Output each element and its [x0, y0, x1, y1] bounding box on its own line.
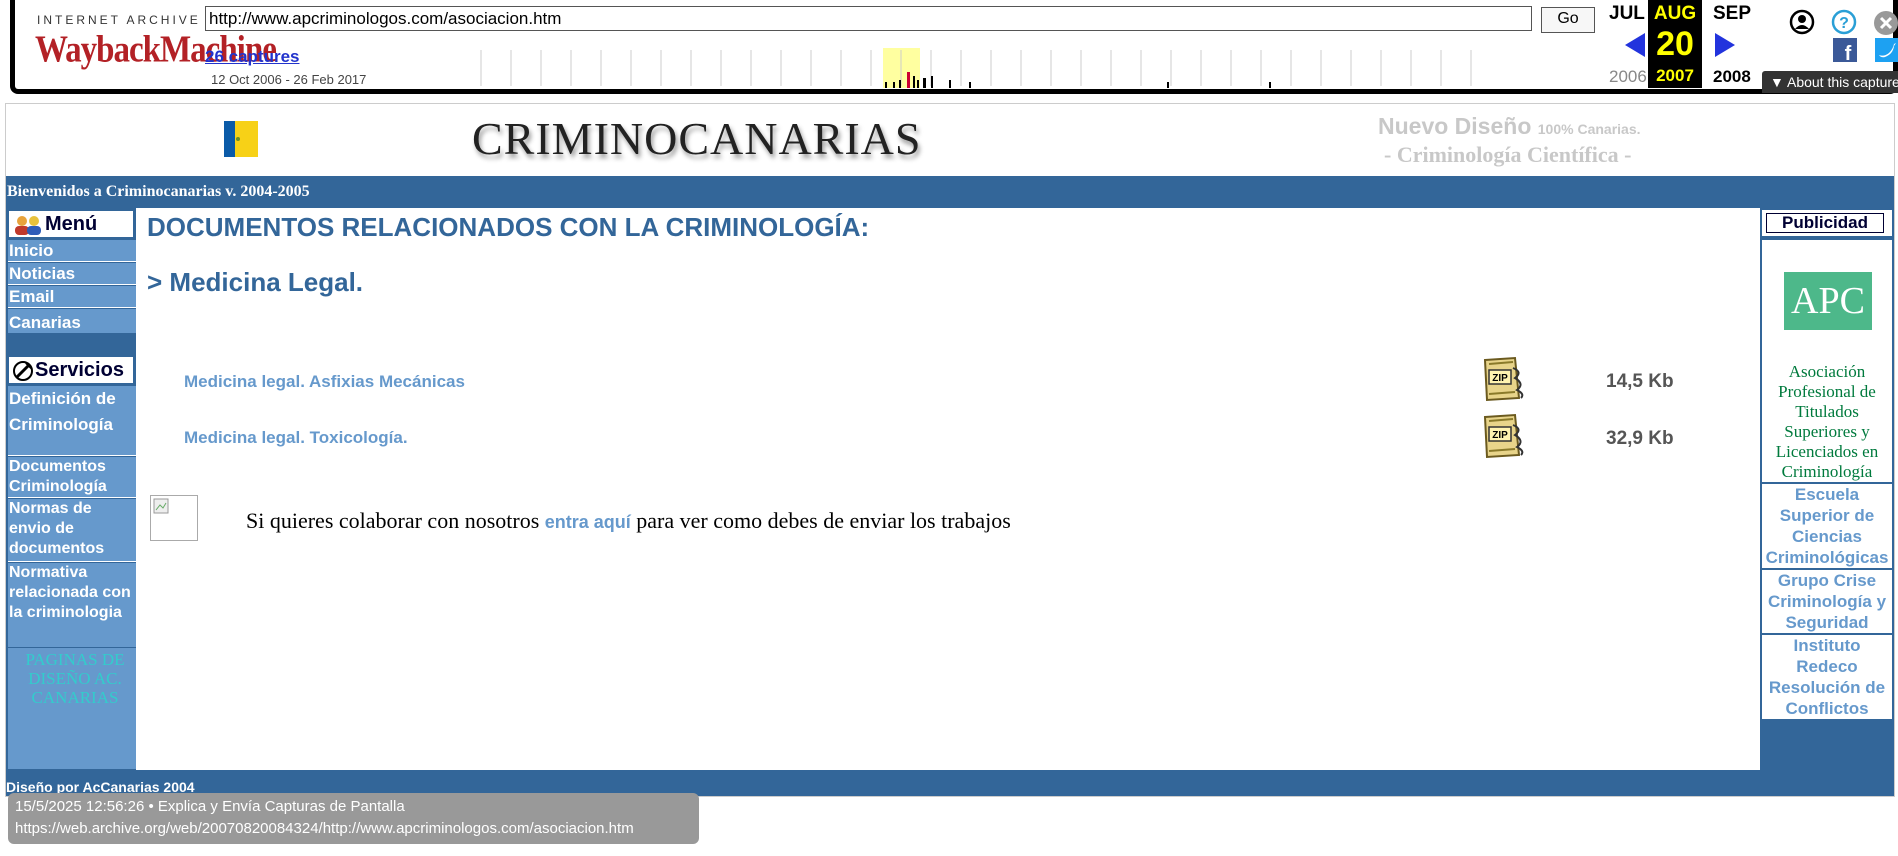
- ad-grupo-crise[interactable]: Grupo Crise Criminología y Seguridad: [1762, 570, 1892, 633]
- canary-islands-flag-icon: [224, 121, 258, 157]
- collaborate-text-before: Si quieres colaborar con nosotros: [246, 508, 540, 533]
- svg-text:?: ?: [1839, 15, 1849, 32]
- wayback-go-button[interactable]: Go: [1541, 7, 1595, 33]
- capture-info-overlay: 15/5/2025 12:56:26 • Explica y Envía Cap…: [8, 793, 699, 844]
- menu-header: Menú: [8, 210, 134, 238]
- welcome-bar: Bienvenidos a Criminocanarias v. 2004-20…: [6, 176, 1894, 208]
- services-title: Servicios: [35, 359, 124, 381]
- capture-url: https://web.archive.org/web/200708200843…: [15, 820, 634, 837]
- collaborate-text-after: para ver como debes de enviar los trabaj…: [636, 508, 1011, 533]
- wayback-url-input[interactable]: http://www.apcriminologos.com/asociacion…: [205, 6, 1532, 31]
- collaborate-link[interactable]: entra aquí: [545, 512, 631, 532]
- nav-item-inicio[interactable]: Inicio: [8, 240, 136, 262]
- current-month-label: AUG: [1653, 3, 1697, 24]
- twitter-icon[interactable]: [1875, 38, 1898, 62]
- capture-sparkline[interactable]: [471, 46, 1571, 90]
- document-size: 32,9 Kb: [1606, 428, 1674, 449]
- document-link-toxicologia[interactable]: Medicina legal. Toxicología.: [184, 428, 408, 448]
- next-month-label: SEP: [1713, 3, 1752, 24]
- ad-instituto-redeco[interactable]: Instituto Redeco Resolución de Conflicto…: [1762, 635, 1892, 719]
- users-icon: [15, 216, 41, 235]
- wayback-logo-caption: INTERNET ARCHIVE: [37, 13, 201, 27]
- design-promo-link[interactable]: PAGINAS DE DISEÑO AC. CANARIAS: [16, 650, 134, 707]
- ad-apc[interactable]: APC Asociación Profesional de Titulados …: [1762, 240, 1892, 482]
- services-tools-icon: [13, 361, 33, 381]
- about-capture-label: About this capture: [1786, 74, 1898, 90]
- site-title: CRIMINOCANARIAS: [472, 113, 922, 164]
- menu-title: Menú: [45, 213, 98, 235]
- help-icon[interactable]: ?: [1831, 9, 1857, 35]
- page-heading: DOCUMENTOS RELACIONADOS CON LA CRIMINOLO…: [147, 212, 870, 242]
- chevron-down-icon: ▼: [1770, 74, 1787, 90]
- prev-month-label: JUL: [1609, 3, 1645, 24]
- ads-header: Publicidad: [1762, 210, 1892, 236]
- facebook-icon[interactable]: f: [1833, 38, 1857, 62]
- capture-timestamp: 15/5/2025 12:56:26 • Explica y Envía Cap…: [15, 798, 405, 815]
- nav-item-definicion[interactable]: Definición de Criminología: [8, 386, 136, 456]
- collaborate-text: Si quieres colaborar con nosotros entra …: [246, 508, 1011, 534]
- svg-text:ZIP: ZIP: [1492, 430, 1508, 441]
- tagline-canarias-text: 100% Canarias.: [1537, 121, 1641, 137]
- archived-page: CRIMINOCANARIAS Nuevo Diseño 100% Canari…: [5, 103, 1895, 797]
- next-year-label: 2008: [1713, 67, 1751, 86]
- apc-logo[interactable]: APC: [1784, 272, 1872, 330]
- main-content: DOCUMENTOS RELACIONADOS CON LA CRIMINOLO…: [138, 208, 1758, 770]
- nav-item-normativa[interactable]: Normativa relacionada con la criminologi…: [8, 563, 136, 647]
- current-day-label: 20: [1656, 25, 1694, 63]
- nav-item-noticias[interactable]: Noticias: [8, 263, 136, 285]
- zip-icon[interactable]: ZIP: [1479, 411, 1529, 461]
- document-size: 14,5 Kb: [1606, 371, 1674, 392]
- left-sidebar: Menú Inicio Noticias Email Canarias Serv…: [6, 208, 136, 770]
- site-banner: CRIMINOCANARIAS Nuevo Diseño 100% Canari…: [6, 104, 1894, 176]
- current-year-label: 2007: [1656, 66, 1694, 85]
- right-sidebar: Publicidad APC Asociación Profesional de…: [1760, 208, 1894, 770]
- prev-capture-arrow-icon[interactable]: [1623, 32, 1647, 58]
- apc-description[interactable]: Asociación Profesional de Titulados Supe…: [1762, 362, 1892, 482]
- services-header: Servicios: [8, 356, 134, 384]
- next-capture-arrow-icon[interactable]: [1713, 32, 1737, 58]
- tagline-new-design: Nuevo Diseño 100% Canarias.: [1378, 113, 1641, 140]
- user-account-icon[interactable]: [1789, 9, 1815, 35]
- tagline-new-design-text: Nuevo Diseño: [1378, 113, 1532, 139]
- ad-escuela-superior[interactable]: Escuela Superior de Ciencias Criminológi…: [1762, 484, 1892, 568]
- about-capture-dropdown[interactable]: ▼ About this capture: [1762, 71, 1898, 93]
- ads-title: Publicidad: [1766, 213, 1884, 233]
- capture-date-range: 12 Oct 2006 - 26 Feb 2017: [211, 72, 367, 87]
- svg-text:ZIP: ZIP: [1492, 373, 1508, 384]
- tagline-scientific: - Criminología Científica -: [1384, 142, 1632, 167]
- prev-year-label: 2006: [1609, 67, 1647, 86]
- svg-text:f: f: [1845, 43, 1852, 62]
- wayback-toolbar: INTERNET ARCHIVE WaybackMachine http://w…: [10, 0, 1898, 94]
- zip-icon[interactable]: ZIP: [1479, 354, 1529, 404]
- section-heading: > Medicina Legal.: [147, 267, 364, 297]
- nav-item-canarias[interactable]: Canarias: [8, 309, 136, 333]
- broken-image-icon: [150, 495, 198, 541]
- document-link-asfixias[interactable]: Medicina legal. Asfixias Mecánicas: [184, 372, 465, 392]
- captures-link[interactable]: 26 captures: [205, 47, 300, 67]
- nav-item-documentos[interactable]: Documentos Criminología: [8, 457, 136, 498]
- nav-item-email[interactable]: Email: [8, 286, 136, 308]
- nav-item-normas[interactable]: Normas de envio de documentos: [8, 499, 136, 562]
- close-icon[interactable]: [1873, 10, 1898, 36]
